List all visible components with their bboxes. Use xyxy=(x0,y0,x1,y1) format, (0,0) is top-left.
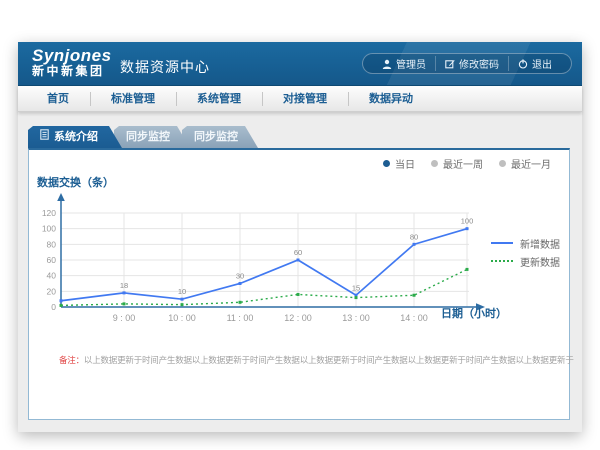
user-label: 管理员 xyxy=(396,56,426,71)
data-point xyxy=(60,304,63,307)
footnote-prefix: 备注： xyxy=(59,355,84,365)
document-icon xyxy=(40,126,49,148)
user-toolbar: 管理员 修改密码 退出 xyxy=(362,53,572,74)
user-button[interactable]: 管理员 xyxy=(373,56,435,71)
data-point xyxy=(297,293,300,296)
data-point xyxy=(123,291,126,294)
legend-item-updated-data: 更新数据 xyxy=(491,252,560,270)
tab-system-intro[interactable]: 系统介绍 xyxy=(28,126,122,148)
tab-label: 系统介绍 xyxy=(54,126,98,148)
chart-legend: 新增数据 更新数据 xyxy=(491,234,560,270)
data-point xyxy=(466,268,469,271)
data-point xyxy=(355,296,358,299)
dotted-line-swatch xyxy=(491,260,513,262)
data-point-label: 100 xyxy=(461,217,474,226)
legend-label: 更新数据 xyxy=(520,254,560,269)
filter-today[interactable]: 当日 xyxy=(383,156,415,171)
period-filter: 当日 最近一周 最近一月 xyxy=(383,156,551,171)
footnote: 备注：以上数据更新于时间产生数据以上数据更新于时间产生数据以上数据更新于时间产生… xyxy=(59,354,564,366)
x-tick-label: 12 : 00 xyxy=(284,313,312,323)
app-header: Synjones 新中新集团 数据资源中心 管理员 修改密码 xyxy=(18,42,582,86)
data-point-label: 80 xyxy=(410,232,418,241)
x-axis-title: 日期（小时） xyxy=(441,305,507,321)
data-point xyxy=(181,298,184,301)
y-tick-label: 20 xyxy=(47,286,57,296)
edit-icon xyxy=(445,59,455,69)
brand-logo-cn: 新中新集团 xyxy=(32,65,112,78)
data-point xyxy=(239,282,242,285)
logout-button[interactable]: 退出 xyxy=(508,56,561,71)
data-point-label: 18 xyxy=(120,281,128,290)
data-point xyxy=(123,302,126,305)
filter-last-week[interactable]: 最近一周 xyxy=(431,156,483,171)
power-icon xyxy=(518,59,528,69)
x-tick-label: 14 : 00 xyxy=(400,313,428,323)
chart-panel: 当日 最近一周 最近一月 数据交换（条） 0 20 40 60 80 100 120 9 : … xyxy=(28,148,570,420)
data-point xyxy=(181,303,184,306)
tab-sync-monitor-1[interactable]: 同步监控 xyxy=(114,126,190,148)
data-point-label: 10 xyxy=(178,287,186,296)
y-tick-label: 100 xyxy=(42,224,56,234)
solid-line-swatch xyxy=(491,242,513,244)
filter-label: 最近一周 xyxy=(443,156,483,171)
data-point xyxy=(413,294,416,297)
nav-item-integration[interactable]: 对接管理 xyxy=(262,86,348,112)
footnote-text: 以上数据更新于时间产生数据以上数据更新于时间产生数据以上数据更新于时间产生数据以… xyxy=(84,355,574,365)
data-point-label: 60 xyxy=(294,248,302,257)
data-point xyxy=(466,227,469,230)
y-axis-arrow xyxy=(57,193,65,201)
radio-selected-icon xyxy=(383,160,390,167)
change-password-button[interactable]: 修改密码 xyxy=(435,56,508,71)
data-point xyxy=(239,301,242,304)
content-area: 系统介绍 同步监控 同步监控 当日 最近一周 xyxy=(18,112,582,432)
x-tick-label: 11 : 00 xyxy=(227,313,254,323)
filter-label: 最近一月 xyxy=(511,156,551,171)
tab-label: 同步监控 xyxy=(126,131,170,143)
filter-label: 当日 xyxy=(395,156,415,171)
y-axis-title: 数据交换（条） xyxy=(37,174,114,190)
nav-item-data-change[interactable]: 数据异动 xyxy=(348,86,434,112)
tab-sync-monitor-2[interactable]: 同步监控 xyxy=(182,126,258,148)
y-tick-label: 80 xyxy=(47,239,57,249)
data-point-label: 30 xyxy=(236,272,244,281)
app-window: Synjones 新中新集团 数据资源中心 管理员 修改密码 xyxy=(18,42,582,432)
data-point xyxy=(297,259,300,262)
legend-label: 新增数据 xyxy=(520,236,560,251)
nav-item-system[interactable]: 系统管理 xyxy=(176,86,262,112)
data-point-label: 15 xyxy=(352,283,360,292)
y-tick-label: 60 xyxy=(47,255,57,265)
page-title: 数据资源中心 xyxy=(120,57,210,77)
logout-label: 退出 xyxy=(532,56,552,71)
brand-logo: Synjones 新中新集团 xyxy=(32,47,112,77)
page-canvas: Synjones 新中新集团 数据资源中心 管理员 修改密码 xyxy=(0,0,600,450)
tab-bar: 系统介绍 同步监控 同步监控 xyxy=(28,126,250,148)
data-point xyxy=(60,299,63,302)
nav-item-home[interactable]: 首页 xyxy=(26,86,90,112)
data-point xyxy=(413,243,416,246)
x-tick-label: 9 : 00 xyxy=(113,313,136,323)
x-tick-label: 10 : 00 xyxy=(168,313,196,323)
change-password-label: 修改密码 xyxy=(459,56,499,71)
series-line xyxy=(61,229,467,301)
radio-unselected-icon xyxy=(431,160,438,167)
y-tick-label: 0 xyxy=(51,302,56,312)
y-tick-label: 120 xyxy=(42,208,56,218)
y-tick-label: 40 xyxy=(47,271,57,281)
filter-last-month[interactable]: 最近一月 xyxy=(499,156,551,171)
radio-unselected-icon xyxy=(499,160,506,167)
main-nav: 首页 标准管理 系统管理 对接管理 数据异动 xyxy=(18,86,582,112)
brand-logo-en: Synjones xyxy=(32,47,112,65)
x-tick-label: 13 : 00 xyxy=(342,313,370,323)
nav-item-standards[interactable]: 标准管理 xyxy=(90,86,176,112)
user-icon xyxy=(382,59,392,69)
legend-item-new-data: 新增数据 xyxy=(491,234,560,252)
tab-label: 同步监控 xyxy=(194,131,238,143)
